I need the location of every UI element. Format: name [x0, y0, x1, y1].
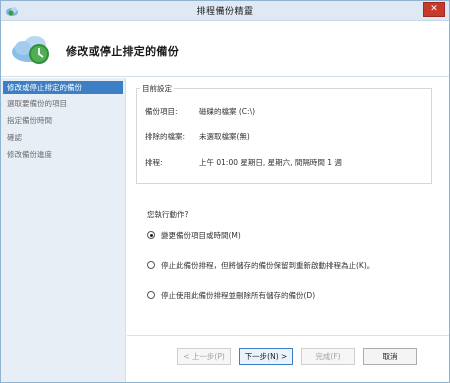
title-bar: 排程備份精靈 ✕ [1, 1, 449, 21]
schedule-label: 排程: [145, 158, 163, 167]
radio-change-items[interactable] [147, 231, 155, 239]
current-settings-legend: 目前設定 [140, 83, 174, 94]
backup-items-label: 備份項目: [145, 107, 178, 116]
radio-pause-schedule[interactable] [147, 261, 155, 269]
option-change-items-label: 變更備份項目或時間(M) [161, 231, 241, 240]
cancel-button[interactable]: 取消 [363, 348, 417, 365]
wizard-window: 排程備份精靈 ✕ 修改或停止排定的備份 修改或停止排定的備份 選取要備份的項目 … [0, 0, 450, 383]
current-settings-group: 目前設定 備份項目: 磁碟的檔案 (C:\) 排除的檔案: 未選取檔案(無) 排… [136, 83, 432, 184]
wizard-header: 修改或停止排定的備份 [1, 21, 449, 77]
wizard-steps-sidebar: 修改或停止排定的備份 選取要備份的項目 指定備份時間 確認 修改備份進度 [1, 78, 126, 382]
excluded-files-value: 未選取檔案(無) [199, 132, 250, 141]
sidebar-item-modify-stop[interactable]: 修改或停止排定的備份 [3, 81, 123, 94]
excluded-files-label: 排除的檔案: [145, 132, 186, 141]
next-button[interactable]: 下一步(N) > [239, 348, 293, 365]
option-pause-schedule-label: 停止此備份排程，但將儲存的備份保留到重新啟動排程為止(K)。 [161, 261, 375, 270]
radio-stop-delete[interactable] [147, 291, 155, 299]
close-button[interactable]: ✕ [423, 2, 445, 17]
backup-items-value: 磁碟的檔案 (C:\) [199, 107, 256, 116]
action-question: 您執行動作? [147, 210, 189, 219]
window-title: 排程備份精靈 [196, 7, 254, 17]
wizard-content: 目前設定 備份項目: 磁碟的檔案 (C:\) 排除的檔案: 未選取檔案(無) 排… [127, 78, 449, 382]
previous-button[interactable]: < 上一步(P) [177, 348, 231, 365]
sidebar-item-select-items[interactable]: 選取要備份的項目 [3, 97, 123, 110]
backup-clock-icon [12, 36, 49, 64]
sidebar-item-progress[interactable]: 修改備份進度 [3, 148, 123, 161]
footer-divider [127, 335, 449, 336]
option-stop-delete-label: 停止使用此備份排程並刪除所有儲存的備份(D) [161, 291, 316, 300]
sidebar-item-confirm[interactable]: 確認 [3, 131, 123, 144]
schedule-value: 上午 01:00 星期日, 星期六, 間隔時間 1 週 [199, 158, 342, 167]
finish-button[interactable]: 完成(F) [301, 348, 355, 365]
sidebar-item-backup-time[interactable]: 指定備份時間 [3, 114, 123, 127]
page-title: 修改或停止排定的備份 [66, 45, 179, 58]
